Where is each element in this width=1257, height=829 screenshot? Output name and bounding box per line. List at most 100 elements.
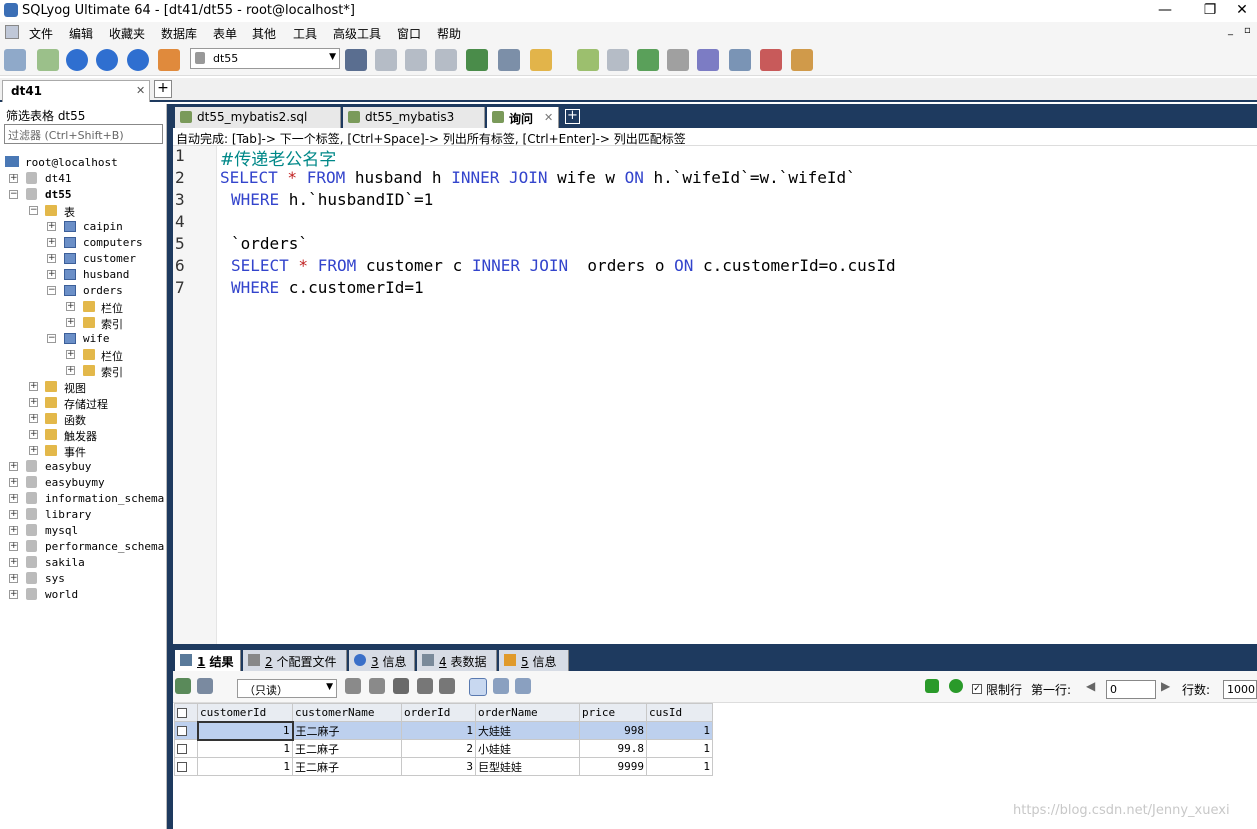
expand-icon[interactable]: + bbox=[47, 270, 56, 279]
tree-folder-functions[interactable]: 函数 bbox=[64, 412, 86, 428]
form-view-icon[interactable] bbox=[493, 678, 509, 694]
collapse-icon[interactable]: − bbox=[47, 334, 56, 343]
restore-icon[interactable] bbox=[607, 49, 629, 71]
grid-cell[interactable]: 99.8 bbox=[579, 739, 647, 758]
import-icon[interactable] bbox=[637, 49, 659, 71]
expand-icon[interactable]: + bbox=[29, 398, 38, 407]
database-select[interactable]: dt55 ▼ bbox=[190, 48, 340, 69]
tree-db-easybuy[interactable]: easybuy bbox=[45, 460, 91, 473]
new-connection-icon[interactable] bbox=[4, 49, 26, 71]
close-icon[interactable]: ✕ bbox=[544, 111, 553, 124]
result-tab-messages[interactable]: 3 信息 bbox=[349, 650, 415, 671]
menu-favorites[interactable]: 收藏夹 bbox=[109, 25, 145, 42]
expand-icon[interactable]: + bbox=[9, 462, 18, 471]
grid-cell[interactable]: 1 bbox=[646, 721, 713, 740]
tree-wife-columns[interactable]: 栏位 bbox=[101, 348, 123, 364]
tree-table-customer[interactable]: customer bbox=[83, 252, 136, 265]
duplicate-row-icon[interactable] bbox=[369, 678, 385, 694]
expand-icon[interactable]: + bbox=[9, 510, 18, 519]
next-page-icon[interactable]: ▶ bbox=[1161, 679, 1170, 693]
expand-icon[interactable]: + bbox=[29, 430, 38, 439]
column-header[interactable]: cusId bbox=[646, 703, 713, 722]
column-header[interactable]: orderName bbox=[475, 703, 580, 722]
tree-table-wife[interactable]: wife bbox=[83, 332, 110, 345]
user-manager-icon[interactable] bbox=[345, 49, 367, 71]
execute-all-icon[interactable] bbox=[96, 49, 118, 71]
grid-cell[interactable]: 1 bbox=[646, 757, 713, 776]
tree-table-computers[interactable]: computers bbox=[83, 236, 143, 249]
menu-table[interactable]: 表单 bbox=[213, 25, 237, 42]
filter-input[interactable]: 过滤器 (Ctrl+Shift+B) bbox=[4, 124, 163, 144]
grid-cell[interactable]: 1 bbox=[401, 721, 476, 740]
add-connection-button[interactable]: + bbox=[154, 80, 172, 98]
tree-folder-tables[interactable]: 表 bbox=[64, 204, 75, 220]
tree-db-performance-schema[interactable]: performance_schema bbox=[45, 540, 164, 553]
tree-folder-views[interactable]: 视图 bbox=[64, 380, 86, 396]
select-all-checkbox[interactable] bbox=[174, 703, 198, 722]
expand-icon[interactable]: + bbox=[9, 558, 18, 567]
result-tab-profiles[interactable]: 2 个配置文件 bbox=[243, 650, 347, 671]
expand-icon[interactable]: + bbox=[9, 478, 18, 487]
tree-db-library[interactable]: library bbox=[45, 508, 91, 521]
expand-icon[interactable]: + bbox=[9, 574, 18, 583]
db-copy-icon[interactable] bbox=[435, 49, 457, 71]
grid-cell[interactable]: 3 bbox=[401, 757, 476, 776]
add-query-tab-button[interactable]: + bbox=[565, 109, 580, 124]
mdi-restore-icon[interactable]: ▫ bbox=[1244, 25, 1251, 36]
schema-sync-icon[interactable] bbox=[466, 49, 488, 71]
menu-database[interactable]: 数据库 bbox=[161, 25, 197, 42]
result-tab-info[interactable]: 5 信息 bbox=[499, 650, 569, 671]
expand-icon[interactable]: + bbox=[47, 222, 56, 231]
result-tab-results[interactable]: 1 结果 bbox=[175, 650, 241, 671]
tree-db-sakila[interactable]: sakila bbox=[45, 556, 85, 569]
grid-cell[interactable]: 2 bbox=[401, 739, 476, 758]
menu-tools[interactable]: 工具 bbox=[293, 25, 317, 42]
row-checkbox[interactable] bbox=[174, 721, 198, 740]
monitor-icon[interactable] bbox=[729, 49, 751, 71]
grid-icon[interactable] bbox=[498, 49, 520, 71]
close-window-button[interactable]: ✕ bbox=[1227, 0, 1257, 22]
grid-cell[interactable]: 1 bbox=[197, 739, 293, 758]
grid-cell[interactable]: 王二麻子 bbox=[292, 721, 402, 740]
db-export-icon[interactable] bbox=[405, 49, 427, 71]
rows-count-input[interactable]: 1000 bbox=[1223, 680, 1257, 699]
notifications-icon[interactable] bbox=[697, 49, 719, 71]
schema-designer-icon[interactable] bbox=[791, 49, 813, 71]
expand-icon[interactable]: + bbox=[66, 318, 75, 327]
tree-db-dt55[interactable]: dt55 bbox=[45, 188, 72, 201]
column-header[interactable]: price bbox=[579, 703, 647, 722]
first-row-input[interactable]: 0 bbox=[1106, 680, 1156, 699]
expand-icon[interactable]: + bbox=[47, 254, 56, 263]
edit-mode-select[interactable]: （只读） ▼ bbox=[237, 679, 337, 698]
table-row[interactable]: 1 王二麻子 1 大娃娃 998 1 bbox=[174, 720, 713, 741]
expand-icon[interactable]: + bbox=[9, 174, 18, 183]
collapse-icon[interactable]: − bbox=[9, 190, 18, 199]
tree-table-caipin[interactable]: caipin bbox=[83, 220, 123, 233]
tree-wife-index[interactable]: 索引 bbox=[101, 364, 123, 380]
cancel-icon[interactable] bbox=[439, 678, 455, 694]
query-tab-query[interactable]: 询问 ✕ bbox=[487, 107, 559, 128]
query-builder-icon[interactable] bbox=[760, 49, 782, 71]
tree-orders-index[interactable]: 索引 bbox=[101, 316, 123, 332]
filter-icon[interactable] bbox=[925, 679, 939, 693]
query-tab-mybatis2[interactable]: dt55_mybatis2.sql bbox=[175, 107, 341, 128]
maximize-button[interactable]: ❐ bbox=[1195, 0, 1225, 22]
grid-cell[interactable]: 1 bbox=[197, 757, 293, 776]
grid-cell[interactable]: 小娃娃 bbox=[475, 739, 580, 758]
grid-cell[interactable]: 巨型娃娃 bbox=[475, 757, 580, 776]
grid-cell[interactable]: 大娃娃 bbox=[475, 721, 580, 740]
tree-folder-triggers[interactable]: 触发器 bbox=[64, 428, 97, 444]
menu-other[interactable]: 其他 bbox=[252, 25, 276, 42]
result-tab-table-data[interactable]: 4 表数据 bbox=[417, 650, 497, 671]
insert-row-icon[interactable] bbox=[345, 678, 361, 694]
column-header[interactable]: customerName bbox=[292, 703, 402, 722]
menu-advanced-tools[interactable]: 高级工具 bbox=[333, 25, 381, 42]
grid-view-icon[interactable] bbox=[469, 678, 487, 696]
db-add-icon[interactable] bbox=[375, 49, 397, 71]
expand-icon[interactable]: + bbox=[29, 414, 38, 423]
tree-folder-events[interactable]: 事件 bbox=[64, 444, 86, 460]
stop-icon[interactable] bbox=[127, 49, 149, 71]
expand-icon[interactable]: + bbox=[66, 302, 75, 311]
tree-table-orders[interactable]: orders bbox=[83, 284, 123, 297]
menu-file[interactable]: 文件 bbox=[29, 25, 53, 42]
